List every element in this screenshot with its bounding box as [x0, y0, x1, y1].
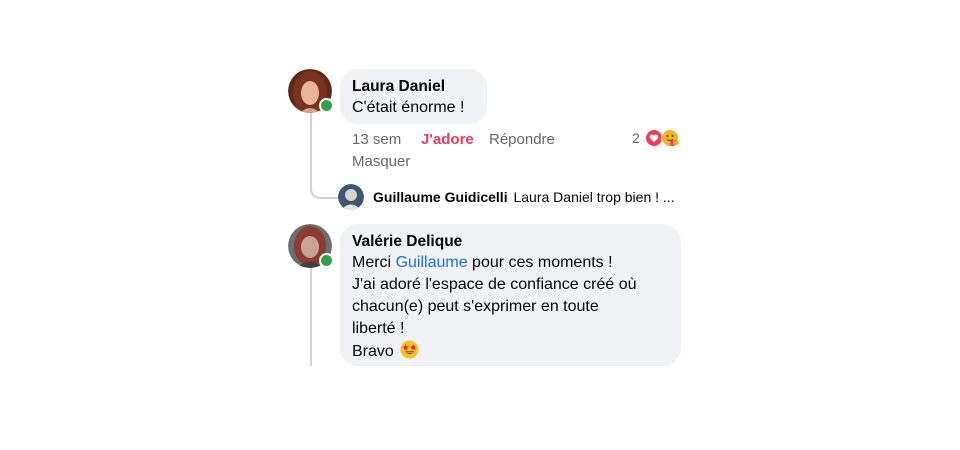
- comment-text: C'était énorme !: [352, 99, 465, 116]
- reply-snippet: Laura Daniel trop bien ! ...: [513, 189, 675, 205]
- comment-line: liberté !: [352, 320, 405, 337]
- comment-bubble: Valérie Delique Merci Guillaume pour ces…: [340, 224, 681, 366]
- care-reaction-icon: [661, 129, 680, 152]
- comment-line: Merci Guillaume pour ces moments !: [352, 252, 669, 274]
- love-reaction-button[interactable]: J'adore: [421, 131, 474, 148]
- comment-line: chacun(e) peut s'exprimer en toute: [352, 298, 599, 315]
- avatar[interactable]: [338, 184, 364, 210]
- comment-line: J'ai adoré l'espace de confiance créé où: [352, 276, 637, 293]
- reply-preview-text: Guillaume Guidicelli Laura Daniel trop b…: [373, 189, 675, 205]
- reply-author: Guillaume Guidicelli: [373, 189, 508, 205]
- online-status-dot: [319, 98, 334, 113]
- reply-button[interactable]: Répondre: [489, 131, 555, 148]
- comment-text-segment: pour ces moments !: [472, 254, 613, 271]
- comment-timestamp[interactable]: 13 sem: [352, 131, 401, 148]
- thread-line: [310, 268, 312, 366]
- comment-text-segment: Bravo: [352, 343, 394, 360]
- comment-author[interactable]: Valérie Delique: [352, 232, 669, 252]
- comment-author[interactable]: Laura Daniel: [352, 77, 475, 97]
- mention-link[interactable]: Guillaume: [396, 254, 468, 271]
- star-struck-emoji-icon: [400, 340, 419, 366]
- comment-text-segment: Merci: [352, 254, 392, 271]
- comment-line: Bravo: [352, 340, 669, 366]
- reaction-count: 2: [632, 130, 640, 146]
- comment-actions: 13 sem J'adore Répondre Masquer: [352, 130, 692, 174]
- online-status-dot: [319, 253, 334, 268]
- comment-bubble: Laura Daniel C'était énorme !: [340, 69, 487, 124]
- hide-button[interactable]: Masquer: [352, 153, 410, 170]
